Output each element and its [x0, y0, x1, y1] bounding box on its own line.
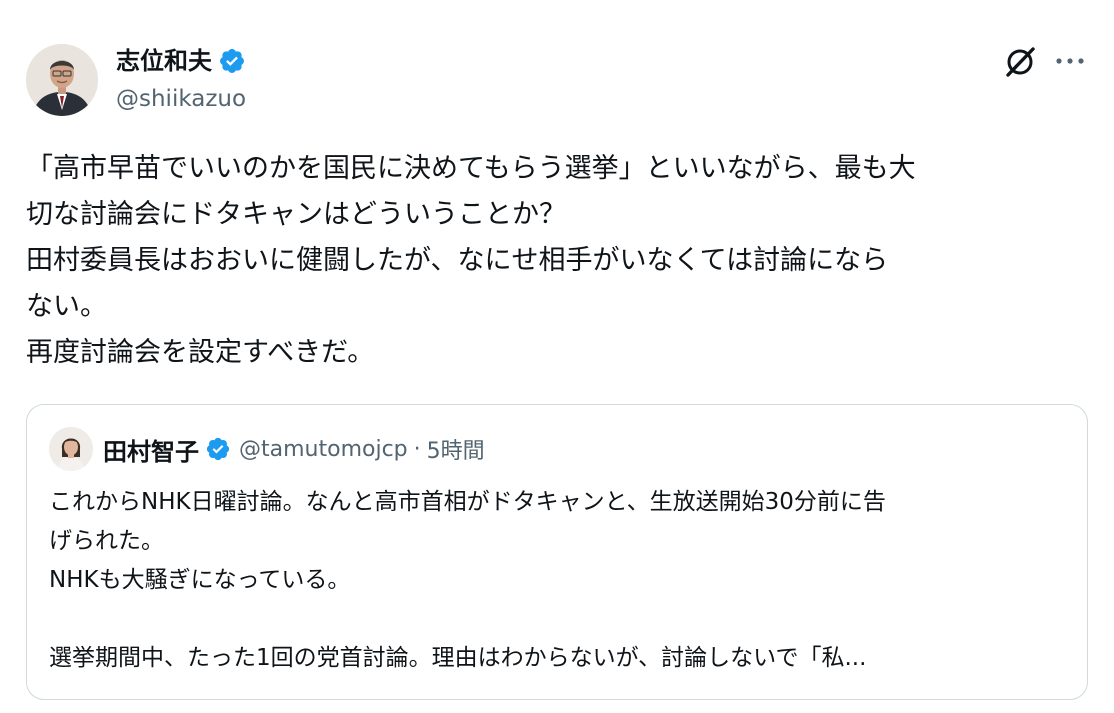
grok-icon[interactable]	[1002, 44, 1038, 80]
quoted-author-name[interactable]: 田村智子	[103, 432, 199, 467]
author-name-text: 志位和夫	[116, 47, 212, 75]
quoted-tweet-header: 田村智子 @tamutomojcp · 5時間	[103, 431, 485, 467]
author-name[interactable]: 志位和夫	[116, 44, 246, 78]
tweet-text-line: 切な討論会にドタキャンはどういうことか？	[26, 199, 566, 230]
separator-dot: ·	[413, 436, 421, 462]
tweet-text-line: 再度討論会を設定すべきだ。	[26, 337, 375, 368]
tweet-card: 志位和夫 @shiikazuo 「高市早苗でいいのかを国民に決めてもらう選挙」と…	[0, 0, 1114, 713]
author-avatar-image	[26, 44, 98, 116]
tweet-text-line: 「高市早苗でいいのかを国民に決めてもらう選挙」といいながら、最も大	[26, 153, 916, 184]
author-handle[interactable]: @shiikazuo	[116, 84, 246, 114]
quoted-author-avatar-image	[49, 427, 93, 471]
quoted-text-line: 選挙期間中、たった1回の党首討論。理由はわからないが、討論しないで「私...	[49, 645, 867, 671]
tweet-text: 「高市早苗でいいのかを国民に決めてもらう選挙」といいながら、最も大 切な討論会に…	[26, 146, 1088, 376]
author-avatar[interactable]	[26, 44, 98, 116]
tweet-text-line: ない。	[26, 291, 107, 322]
quoted-tweet-text: これからNHK日曜討論。なんと高市首相がドタキャンと、生放送開始30分前に告 げ…	[49, 483, 1065, 678]
quoted-tweet-card[interactable]: 田村智子 @tamutomojcp · 5時間 これからNHK日曜討論。なんと高…	[26, 404, 1088, 700]
quoted-author-avatar[interactable]	[49, 427, 93, 471]
quoted-text-line	[49, 600, 1065, 639]
quoted-author-handle[interactable]: @tamutomojcp	[239, 437, 408, 462]
more-icon[interactable]	[1052, 46, 1088, 76]
quoted-tweet-timestamp[interactable]: 5時間	[427, 433, 485, 465]
verified-badge-icon	[206, 437, 230, 461]
quoted-text-line: げられた。	[49, 528, 164, 554]
quoted-text-line: NHKも大騒ぎになっている。	[49, 567, 351, 593]
verified-badge-icon	[220, 49, 244, 73]
tweet-text-line: 田村委員長はおおいに健闘したが、なにせ相手がいなくては討論になら	[26, 245, 889, 276]
quoted-text-line: これからNHK日曜討論。なんと高市首相がドタキャンと、生放送開始30分前に告	[49, 489, 886, 515]
